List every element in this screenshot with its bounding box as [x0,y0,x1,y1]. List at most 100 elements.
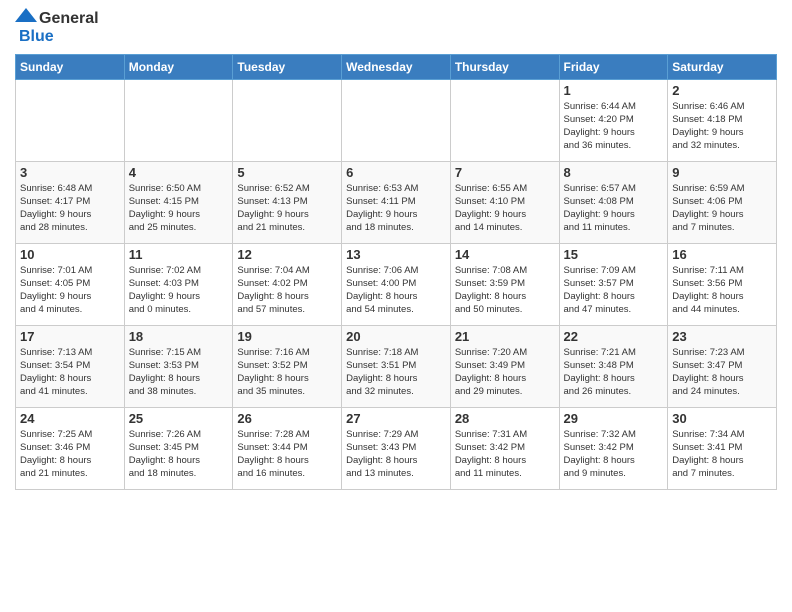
day-info: Sunrise: 7:09 AM Sunset: 3:57 PM Dayligh… [564,264,664,317]
day-number: 5 [237,165,337,180]
day-number: 15 [564,247,664,262]
calendar-cell: 27 Sunrise: 7:29 AM Sunset: 3:43 PM Dayli… [342,407,451,489]
day-number: 26 [237,411,337,426]
day-info: Sunrise: 6:57 AM Sunset: 4:08 PM Dayligh… [564,182,664,235]
day-info: Sunrise: 6:50 AM Sunset: 4:15 PM Dayligh… [129,182,229,235]
day-info: Sunrise: 7:25 AM Sunset: 3:46 PM Dayligh… [20,428,120,481]
week-row-3: 10 Sunrise: 7:01 AM Sunset: 4:05 PM Dayli… [16,243,777,325]
calendar-cell: 17 Sunrise: 7:13 AM Sunset: 3:54 PM Dayli… [16,325,125,407]
day-number: 1 [564,83,664,98]
calendar-cell: 5Sunrise: 6:52 AM Sunset: 4:13 PM Daylig… [233,161,342,243]
day-number: 20 [346,329,446,344]
week-row-1: 1 Sunrise: 6:44 AM Sunset: 4:20 PM Daylig… [16,79,777,161]
calendar-cell: 1 Sunrise: 6:44 AM Sunset: 4:20 PM Daylig… [559,79,668,161]
day-number: 21 [455,329,555,344]
calendar-cell: 9 Sunrise: 6:59 AM Sunset: 4:06 PM Daylig… [668,161,777,243]
day-number: 13 [346,247,446,262]
day-info: Sunrise: 6:46 AM Sunset: 4:18 PM Dayligh… [672,100,772,153]
col-header-wednesday: Wednesday [342,54,451,79]
calendar-cell: 13 Sunrise: 7:06 AM Sunset: 4:00 PM Dayli… [342,243,451,325]
calendar-cell: 22Sunrise: 7:21 AM Sunset: 3:48 PM Dayli… [559,325,668,407]
calendar-cell: 8 Sunrise: 6:57 AM Sunset: 4:08 PM Daylig… [559,161,668,243]
calendar-cell: 24 Sunrise: 7:25 AM Sunset: 3:46 PM Dayli… [16,407,125,489]
day-number: 8 [564,165,664,180]
calendar-cell [450,79,559,161]
day-info: Sunrise: 7:06 AM Sunset: 4:00 PM Dayligh… [346,264,446,317]
day-info: Sunrise: 6:55 AM Sunset: 4:10 PM Dayligh… [455,182,555,235]
calendar-cell: 30 Sunrise: 7:34 AM Sunset: 3:41 PM Dayli… [668,407,777,489]
calendar-cell: 19 Sunrise: 7:16 AM Sunset: 3:52 PM Dayli… [233,325,342,407]
day-number: 28 [455,411,555,426]
day-info: Sunrise: 7:13 AM Sunset: 3:54 PM Dayligh… [20,346,120,399]
day-number: 9 [672,165,772,180]
calendar-cell [16,79,125,161]
week-row-2: 3 Sunrise: 6:48 AM Sunset: 4:17 PM Daylig… [16,161,777,243]
day-info: Sunrise: 7:23 AM Sunset: 3:47 PM Dayligh… [672,346,772,399]
day-info: Sunrise: 7:01 AM Sunset: 4:05 PM Dayligh… [20,264,120,317]
day-info: Sunrise: 6:59 AM Sunset: 4:06 PM Dayligh… [672,182,772,235]
col-header-tuesday: Tuesday [233,54,342,79]
logo-general: General [39,10,99,28]
calendar-cell: 7 Sunrise: 6:55 AM Sunset: 4:10 PM Daylig… [450,161,559,243]
day-number: 11 [129,247,229,262]
day-number: 29 [564,411,664,426]
day-info: Sunrise: 7:29 AM Sunset: 3:43 PM Dayligh… [346,428,446,481]
day-info: Sunrise: 7:26 AM Sunset: 3:45 PM Dayligh… [129,428,229,481]
calendar-cell [233,79,342,161]
day-number: 7 [455,165,555,180]
day-info: Sunrise: 7:08 AM Sunset: 3:59 PM Dayligh… [455,264,555,317]
day-info: Sunrise: 7:16 AM Sunset: 3:52 PM Dayligh… [237,346,337,399]
header: General Blue [15,10,777,46]
logo: General Blue [15,10,99,46]
calendar-cell: 12 Sunrise: 7:04 AM Sunset: 4:02 PM Dayli… [233,243,342,325]
page-container: General Blue SundayMondayTuesdayWednesda… [0,0,792,500]
day-number: 4 [129,165,229,180]
col-header-saturday: Saturday [668,54,777,79]
calendar-cell: 25 Sunrise: 7:26 AM Sunset: 3:45 PM Dayli… [124,407,233,489]
logo-blue: Blue [19,28,99,46]
day-number: 17 [20,329,120,344]
calendar-cell [342,79,451,161]
day-number: 19 [237,329,337,344]
day-number: 14 [455,247,555,262]
day-number: 23 [672,329,772,344]
day-number: 12 [237,247,337,262]
week-row-5: 24 Sunrise: 7:25 AM Sunset: 3:46 PM Dayli… [16,407,777,489]
day-info: Sunrise: 7:02 AM Sunset: 4:03 PM Dayligh… [129,264,229,317]
day-info: Sunrise: 6:44 AM Sunset: 4:20 PM Dayligh… [564,100,664,153]
calendar-cell: 20 Sunrise: 7:18 AM Sunset: 3:51 PM Dayli… [342,325,451,407]
day-info: Sunrise: 7:15 AM Sunset: 3:53 PM Dayligh… [129,346,229,399]
day-info: Sunrise: 7:31 AM Sunset: 3:42 PM Dayligh… [455,428,555,481]
calendar-cell: 16Sunrise: 7:11 AM Sunset: 3:56 PM Dayli… [668,243,777,325]
day-number: 16 [672,247,772,262]
day-info: Sunrise: 7:32 AM Sunset: 3:42 PM Dayligh… [564,428,664,481]
calendar-cell: 29 Sunrise: 7:32 AM Sunset: 3:42 PM Dayli… [559,407,668,489]
day-number: 10 [20,247,120,262]
col-header-friday: Friday [559,54,668,79]
col-header-sunday: Sunday [16,54,125,79]
calendar-cell: 2 Sunrise: 6:46 AM Sunset: 4:18 PM Daylig… [668,79,777,161]
calendar-table: SundayMondayTuesdayWednesdayThursdayFrid… [15,54,777,490]
calendar-cell: 28 Sunrise: 7:31 AM Sunset: 3:42 PM Dayli… [450,407,559,489]
day-info: Sunrise: 7:20 AM Sunset: 3:49 PM Dayligh… [455,346,555,399]
day-info: Sunrise: 6:48 AM Sunset: 4:17 PM Dayligh… [20,182,120,235]
calendar-cell: 18Sunrise: 7:15 AM Sunset: 3:53 PM Dayli… [124,325,233,407]
day-number: 3 [20,165,120,180]
day-info: Sunrise: 7:04 AM Sunset: 4:02 PM Dayligh… [237,264,337,317]
day-number: 2 [672,83,772,98]
day-number: 27 [346,411,446,426]
calendar-cell: 14 Sunrise: 7:08 AM Sunset: 3:59 PM Dayli… [450,243,559,325]
day-number: 24 [20,411,120,426]
day-info: Sunrise: 7:21 AM Sunset: 3:48 PM Dayligh… [564,346,664,399]
day-number: 25 [129,411,229,426]
day-info: Sunrise: 6:53 AM Sunset: 4:11 PM Dayligh… [346,182,446,235]
calendar-cell [124,79,233,161]
calendar-cell: 10 Sunrise: 7:01 AM Sunset: 4:05 PM Dayli… [16,243,125,325]
calendar-cell: 4 Sunrise: 6:50 AM Sunset: 4:15 PM Daylig… [124,161,233,243]
calendar-cell: 11 Sunrise: 7:02 AM Sunset: 4:03 PM Dayli… [124,243,233,325]
day-number: 30 [672,411,772,426]
day-info: Sunrise: 7:18 AM Sunset: 3:51 PM Dayligh… [346,346,446,399]
header-row: SundayMondayTuesdayWednesdayThursdayFrid… [16,54,777,79]
day-info: Sunrise: 7:34 AM Sunset: 3:41 PM Dayligh… [672,428,772,481]
day-info: Sunrise: 7:28 AM Sunset: 3:44 PM Dayligh… [237,428,337,481]
